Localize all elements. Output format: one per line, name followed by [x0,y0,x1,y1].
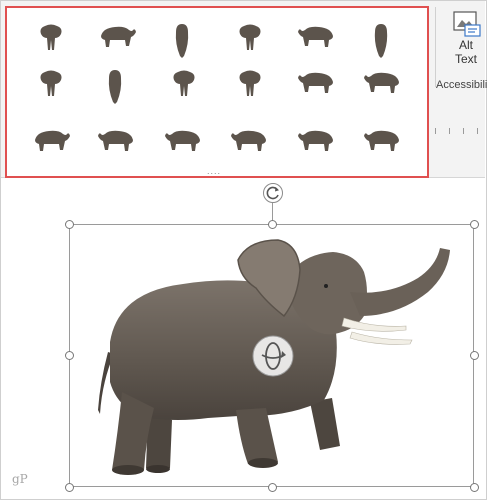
ruler-tick [435,128,436,134]
gallery-item-view-top[interactable] [162,20,206,60]
gallery-item-view-front-small[interactable] [29,66,73,106]
resize-handle-top-left[interactable] [65,220,74,229]
resize-handle-bottom-right[interactable] [470,483,479,492]
elephant-thumbnail-icon [364,130,399,151]
resize-handle-top[interactable] [268,220,277,229]
elephant-thumbnail-icon [108,70,122,104]
elephant-thumbnail-icon [40,24,62,50]
rotate-handle-icon[interactable] [262,182,284,204]
gallery-item-view-walk-left[interactable] [162,124,206,164]
resize-handle-bottom-left[interactable] [65,483,74,492]
elephant-thumbnail-icon [173,70,195,96]
alt-text-label-line1: Alt [458,38,473,52]
gallery-item-view-back-small[interactable] [228,66,272,106]
resize-handle-left[interactable] [65,351,74,360]
gallery-item-view-walk-left-2[interactable] [228,124,272,164]
gallery-item-view-three-quarter-2[interactable] [361,66,405,106]
gallery-item-view-walk-right[interactable] [95,20,139,60]
elephant-thumbnail-icon [298,72,333,93]
elephant-thumbnail-icon [165,130,200,151]
gallery-item-view-three-quarter[interactable] [295,66,339,106]
resize-handle-right[interactable] [470,351,479,360]
elephant-thumbnail-icon [101,26,136,47]
elephant-thumbnail-icon [35,130,70,151]
elephant-thumbnail-icon [40,70,62,96]
gallery-item-view-top-small[interactable] [95,66,139,106]
gallery-item-view-back[interactable] [228,20,272,60]
alt-text-label-line2: Text [454,52,477,66]
gallery-item-view-trumpet-left[interactable] [295,20,339,60]
accessibility-group-label: Accessibili [436,79,487,91]
alt-text-button[interactable]: Alt Text [446,10,486,70]
3d-rotate-control-icon[interactable] [252,335,294,377]
ribbon-group-divider [435,7,436,87]
elephant-thumbnail-icon [374,24,388,58]
gallery-item-view-raised-trunk[interactable] [29,124,73,164]
elephant-thumbnail-icon [98,130,133,151]
alt-text-icon [453,11,481,37]
ruler-tick [477,128,478,134]
ruler-tick [449,128,450,134]
elephant-thumbnail-icon [298,130,333,151]
3d-model-views-gallery[interactable]: .... [5,6,429,178]
gallery-item-view-front[interactable] [29,20,73,60]
resize-handle-top-right[interactable] [470,220,479,229]
elephant-thumbnail-icon [364,72,399,93]
elephant-thumbnail-icon [239,24,261,50]
watermark-logo: gP [12,472,28,486]
ruler-tick [463,128,464,134]
resize-handle-bottom[interactable] [268,483,277,492]
gallery-item-view-side-left[interactable] [295,124,339,164]
elephant-thumbnail-icon [298,26,333,47]
gallery-more-handle[interactable]: .... [207,166,221,176]
gallery-item-view-side-left-2[interactable] [361,124,405,164]
gallery-item-view-top-angled[interactable] [361,20,405,60]
elephant-thumbnail-icon [175,24,189,58]
elephant-thumbnail-icon [231,130,266,151]
gallery-item-view-raised-trunk-2[interactable] [95,124,139,164]
elephant-thumbnail-icon [239,70,261,96]
gallery-item-view-below[interactable] [162,66,206,106]
